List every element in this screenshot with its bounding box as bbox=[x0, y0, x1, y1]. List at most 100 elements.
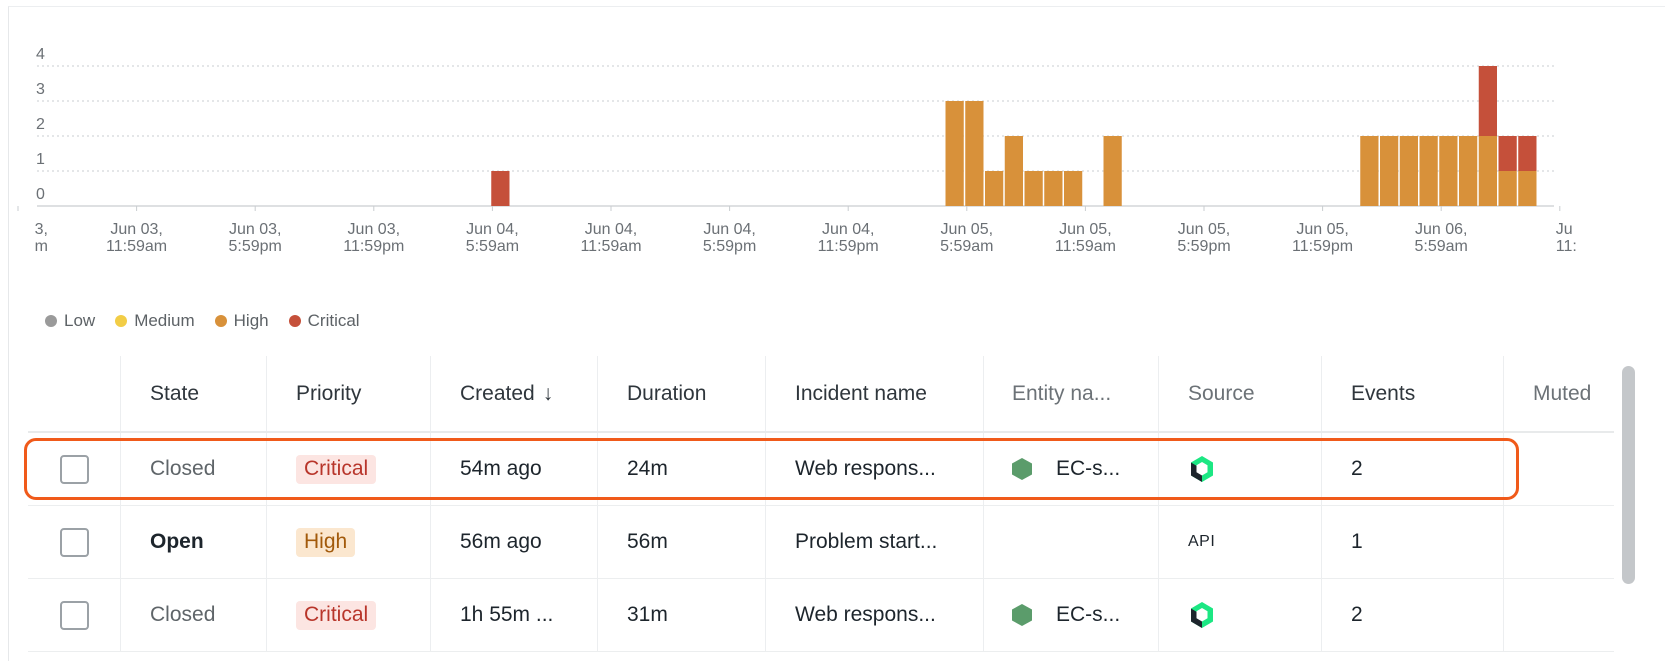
new-relic-icon bbox=[1191, 602, 1213, 628]
priority-badge: Critical bbox=[296, 454, 377, 484]
header-created[interactable]: Created ↓ bbox=[430, 356, 597, 431]
bar-high[interactable] bbox=[1478, 136, 1497, 206]
legend-label-medium: Medium bbox=[134, 311, 195, 330]
header-select-cell bbox=[28, 356, 120, 431]
bar-high[interactable] bbox=[1399, 136, 1418, 206]
x-tick-label: 11:59am bbox=[106, 238, 167, 255]
legend-label-critical: Critical bbox=[307, 311, 360, 330]
y-tick-label: 3 bbox=[36, 81, 45, 98]
x-tick-label: 5:59am bbox=[940, 238, 993, 255]
header-priority[interactable]: Priority bbox=[266, 356, 430, 431]
table-row[interactable]: Closed Critical 1h 55m ... 31m Web respo… bbox=[28, 579, 1614, 652]
x-tick-label: 3, bbox=[35, 221, 48, 238]
header-events[interactable]: Events bbox=[1321, 356, 1503, 431]
bar-high[interactable] bbox=[965, 101, 984, 206]
events-count: 2 bbox=[1351, 457, 1363, 480]
muted-cell bbox=[1503, 506, 1609, 578]
legend-item-low[interactable]: Low bbox=[45, 311, 95, 331]
bar-high[interactable] bbox=[1103, 136, 1122, 206]
duration-text: 31m bbox=[627, 603, 668, 626]
priority-cell: Critical bbox=[266, 433, 430, 505]
header-muted[interactable]: Muted bbox=[1503, 356, 1609, 431]
row-checkbox[interactable] bbox=[59, 527, 89, 557]
x-tick-label: Jun 05, bbox=[1296, 221, 1348, 238]
muted-cell bbox=[1503, 579, 1609, 651]
created-cell: 54m ago bbox=[430, 433, 597, 505]
state-text: Closed bbox=[150, 603, 216, 626]
incident-name-link[interactable]: Problem start... bbox=[795, 530, 937, 554]
bar-high[interactable] bbox=[1004, 136, 1023, 206]
incident-name-link[interactable]: Web respons... bbox=[795, 603, 936, 627]
row-checkbox[interactable] bbox=[59, 454, 89, 484]
entity-hexagon-icon bbox=[1012, 458, 1032, 480]
created-text: 54m ago bbox=[460, 457, 542, 480]
y-tick-label: 4 bbox=[36, 46, 45, 63]
legend-item-high[interactable]: High bbox=[214, 311, 269, 331]
row-select-cell bbox=[28, 433, 120, 505]
x-tick-label: Jun 03, bbox=[110, 221, 162, 238]
entity-cell[interactable]: EC-s... bbox=[983, 579, 1158, 651]
header-source[interactable]: Source bbox=[1158, 356, 1321, 431]
header-state[interactable]: State bbox=[120, 356, 266, 431]
bar-high[interactable] bbox=[1380, 136, 1399, 206]
legend-dot-low bbox=[45, 315, 57, 327]
bar-high[interactable] bbox=[1024, 171, 1043, 206]
events-cell: 2 bbox=[1321, 433, 1503, 505]
sort-descending-icon: ↓ bbox=[542, 381, 554, 405]
bar-high[interactable] bbox=[1459, 136, 1478, 206]
events-count: 2 bbox=[1351, 603, 1363, 626]
header-duration[interactable]: Duration bbox=[597, 356, 765, 431]
table-row[interactable]: Open High 56m ago 56m Problem start... A… bbox=[28, 506, 1614, 579]
bar-critical[interactable] bbox=[1518, 136, 1537, 171]
entity-link[interactable]: EC-s... bbox=[1012, 457, 1120, 481]
bar-high[interactable] bbox=[945, 101, 964, 206]
x-tick-label: Jun 06, bbox=[1415, 221, 1467, 238]
bar-high[interactable] bbox=[985, 171, 1004, 206]
table-row[interactable]: Closed Critical 54m ago 24m Web respons.… bbox=[28, 433, 1614, 506]
legend-item-medium[interactable]: Medium bbox=[115, 311, 195, 331]
bar-critical[interactable] bbox=[1498, 136, 1517, 171]
bar-high[interactable] bbox=[1360, 136, 1379, 206]
state-text: Open bbox=[150, 530, 204, 553]
header-source-label: Source bbox=[1188, 381, 1255, 405]
priority-badge: Critical bbox=[296, 600, 377, 630]
header-priority-label: Priority bbox=[296, 381, 362, 405]
row-select-cell bbox=[28, 579, 120, 651]
x-tick-label: Jun 03, bbox=[348, 221, 400, 238]
priority-cell: High bbox=[266, 506, 430, 578]
duration-cell: 24m bbox=[597, 433, 765, 505]
muted-cell bbox=[1503, 433, 1609, 505]
entity-cell[interactable]: EC-s... bbox=[983, 433, 1158, 505]
header-incident-name-label: Incident name bbox=[795, 381, 927, 405]
entity-link[interactable]: EC-s... bbox=[1012, 603, 1120, 627]
x-tick-label: 11:59pm bbox=[343, 238, 404, 255]
bar-high[interactable] bbox=[1044, 171, 1063, 206]
legend-item-critical[interactable]: Critical bbox=[288, 311, 360, 331]
incident-name-cell[interactable]: Web respons... bbox=[765, 433, 983, 505]
duration-text: 56m bbox=[627, 530, 668, 553]
bar-high[interactable] bbox=[1498, 171, 1517, 206]
entity-hexagon-icon bbox=[1012, 604, 1032, 626]
incident-name-cell[interactable]: Web respons... bbox=[765, 579, 983, 651]
header-entity-name[interactable]: Entity na... bbox=[983, 356, 1158, 431]
created-cell: 1h 55m ... bbox=[430, 579, 597, 651]
x-tick-label: Jun 05, bbox=[941, 221, 993, 238]
bar-critical[interactable] bbox=[1478, 66, 1497, 136]
row-checkbox[interactable] bbox=[59, 600, 89, 630]
incident-name-link[interactable]: Web respons... bbox=[795, 457, 936, 481]
bar-high[interactable] bbox=[1518, 171, 1537, 206]
x-tick-label: Jun 03, bbox=[229, 221, 281, 238]
bar-critical[interactable] bbox=[491, 171, 510, 206]
incident-name-cell[interactable]: Problem start... bbox=[765, 506, 983, 578]
y-tick-label: 0 bbox=[36, 186, 45, 203]
created-text: 1h 55m ... bbox=[460, 603, 554, 626]
bar-high[interactable] bbox=[1419, 136, 1438, 206]
priority-badge: High bbox=[296, 527, 356, 557]
x-tick-label: Jun 04, bbox=[822, 221, 874, 238]
state-text: Closed bbox=[150, 457, 216, 480]
bar-high[interactable] bbox=[1439, 136, 1458, 206]
header-incident-name[interactable]: Incident name bbox=[765, 356, 983, 431]
y-tick-label: 2 bbox=[36, 116, 45, 133]
table-scrollbar-thumb[interactable] bbox=[1622, 366, 1635, 584]
bar-high[interactable] bbox=[1064, 171, 1083, 206]
